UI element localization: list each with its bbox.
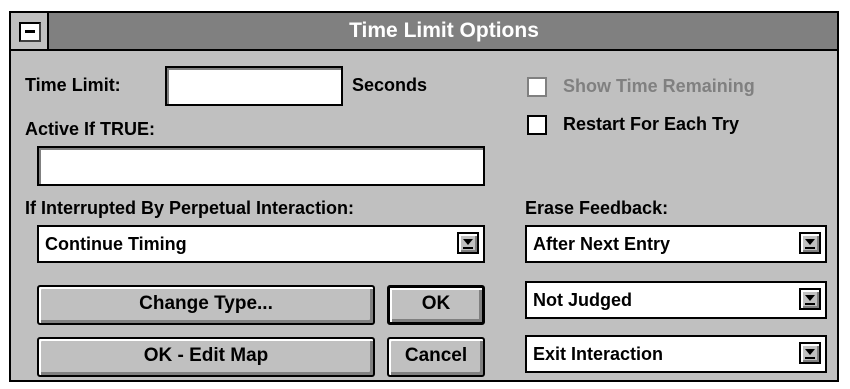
change-type-button[interactable]: Change Type... — [37, 285, 375, 325]
show-time-remaining-checkbox[interactable] — [527, 77, 547, 97]
time-limit-input[interactable] — [165, 66, 343, 106]
dialog-title: Time Limit Options — [349, 19, 539, 42]
minus-icon — [19, 22, 41, 42]
judging-combo[interactable]: Not Judged — [525, 281, 827, 319]
exit-value: Exit Interaction — [533, 344, 664, 364]
active-if-label: Active If TRUE: — [25, 119, 156, 139]
exit-combo[interactable]: Exit Interaction — [525, 335, 827, 373]
erase-feedback-value: After Next Entry — [533, 234, 671, 254]
active-if-input[interactable] — [37, 146, 485, 186]
dropdown-arrow-icon[interactable] — [799, 342, 821, 364]
restart-each-try-checkbox[interactable] — [527, 115, 547, 135]
dropdown-arrow-icon[interactable] — [799, 288, 821, 310]
erase-feedback-combo[interactable]: After Next Entry — [525, 225, 827, 263]
seconds-label: Seconds — [352, 75, 428, 95]
restart-each-try-label: Restart For Each Try — [563, 114, 740, 134]
show-time-remaining-label: Show Time Remaining — [563, 76, 755, 96]
interrupted-value: Continue Timing — [45, 234, 187, 254]
judging-value: Not Judged — [533, 290, 632, 310]
time-limit-options-dialog: Time Limit Options Time Limit: Seconds A… — [9, 11, 839, 382]
cancel-button[interactable]: Cancel — [387, 337, 485, 377]
interrupted-label: If Interrupted By Perpetual Interaction: — [25, 198, 355, 218]
interrupted-combo[interactable]: Continue Timing — [37, 225, 485, 263]
ok-button[interactable]: OK — [387, 285, 485, 325]
erase-feedback-label: Erase Feedback: — [525, 198, 669, 218]
system-menu-button[interactable] — [11, 13, 49, 49]
dropdown-arrow-icon[interactable] — [457, 232, 479, 254]
dropdown-arrow-icon[interactable] — [799, 232, 821, 254]
time-limit-label: Time Limit: — [25, 75, 121, 95]
title-bar[interactable]: Time Limit Options — [11, 13, 837, 51]
ok-edit-map-button[interactable]: OK - Edit Map — [37, 337, 375, 377]
